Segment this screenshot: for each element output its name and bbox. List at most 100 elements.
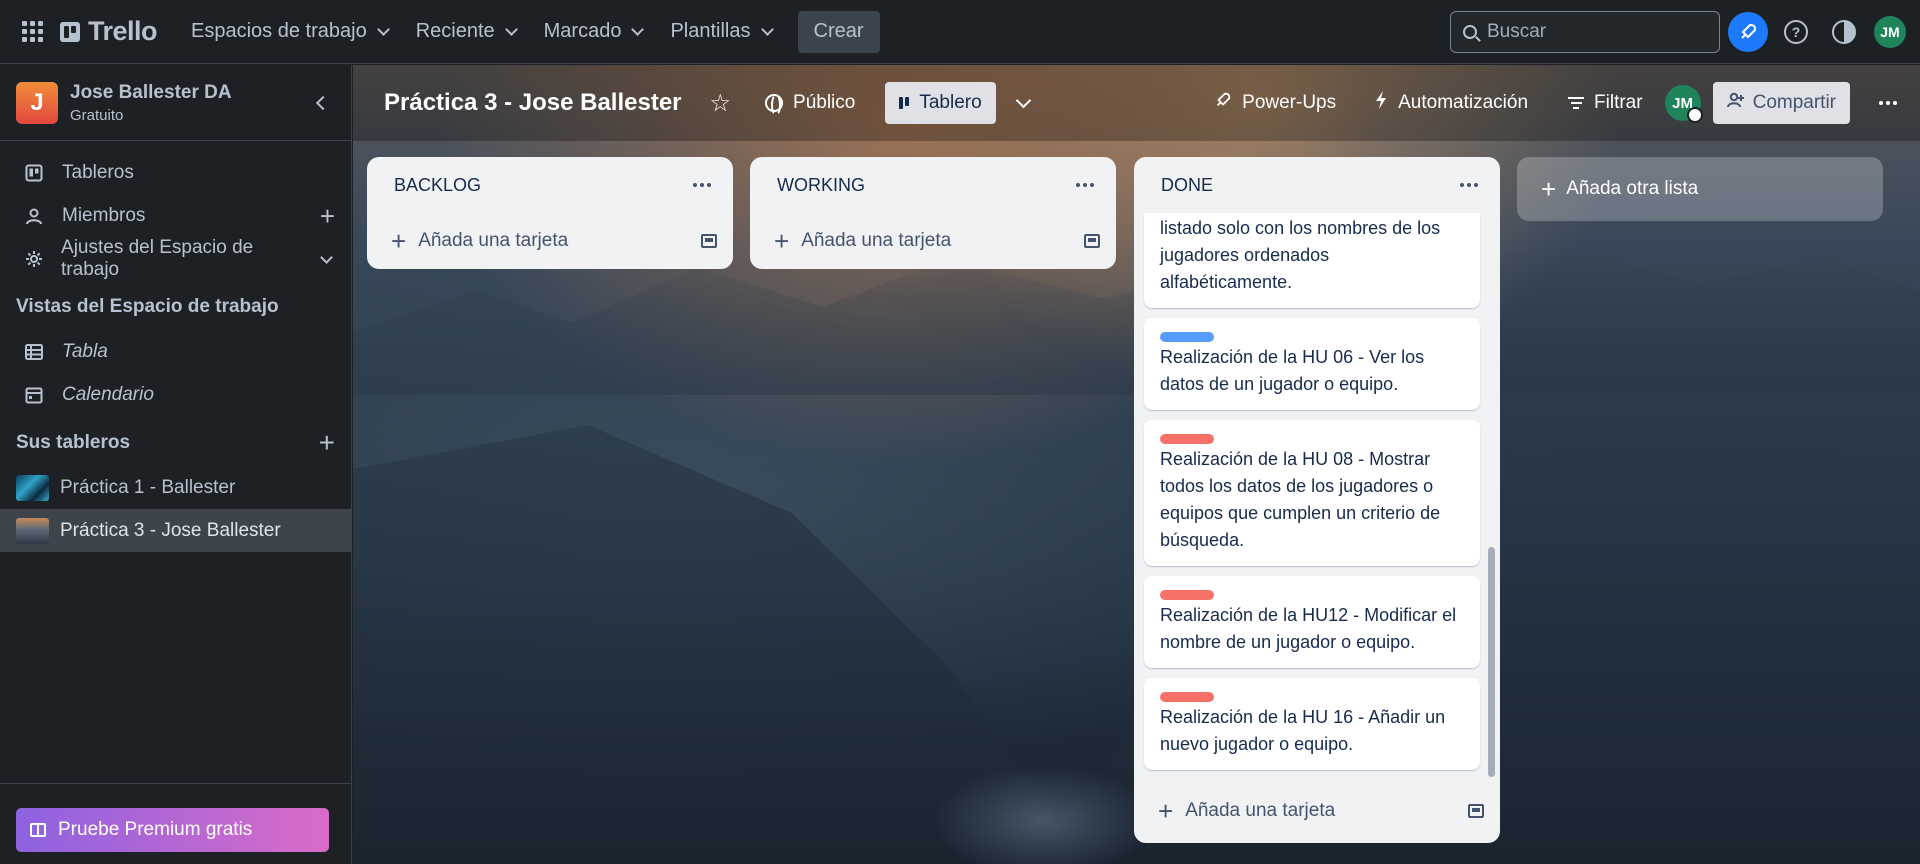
chevron-left-icon	[315, 95, 331, 110]
card-template-icon[interactable]	[701, 234, 717, 248]
search-input[interactable]: Buscar	[1450, 10, 1720, 53]
more-options-icon[interactable]	[1868, 83, 1908, 123]
app-switcher-icon[interactable]	[18, 18, 46, 46]
workspace-plan: Gratuito	[70, 106, 124, 124]
card-label-red[interactable]	[1160, 692, 1214, 702]
nav-recent[interactable]: Reciente	[402, 12, 530, 52]
list-title[interactable]: BACKLOG	[394, 175, 481, 196]
trello-logo[interactable]: Trello	[60, 16, 158, 47]
add-card-label: Añada una tarjeta	[418, 230, 569, 251]
sidebar-divider	[0, 783, 352, 784]
card[interactable]: Realización de la HU 16 - Añadir un nuev…	[1144, 678, 1480, 770]
sidebar-item-table[interactable]: Tabla	[0, 330, 351, 373]
automation-button[interactable]: Automatización	[1360, 82, 1542, 124]
nav-starred[interactable]: Marcado	[530, 12, 657, 52]
list-menu-icon[interactable]	[1452, 175, 1486, 195]
board-thumbnail	[16, 474, 49, 501]
add-list-label: Añada otra lista	[1566, 178, 1699, 199]
board-view-button[interactable]: Tablero	[885, 82, 996, 124]
list-done: DONE listado solo con los nombres de los…	[1134, 157, 1500, 843]
list-header[interactable]: BACKLOG	[367, 157, 733, 213]
card-label-red[interactable]	[1160, 590, 1214, 600]
list-title[interactable]: DONE	[1161, 175, 1213, 196]
table-icon	[24, 343, 44, 360]
list-menu-icon[interactable]	[685, 175, 719, 195]
member-avatar[interactable]: JM	[1664, 85, 1703, 123]
star-icon[interactable]: ☆	[710, 89, 732, 118]
list-header[interactable]: WORKING	[750, 157, 1116, 213]
user-avatar[interactable]: JM	[1874, 15, 1906, 48]
board-view-icon	[899, 97, 910, 109]
rocket-icon	[1214, 91, 1232, 115]
list-menu-icon[interactable]	[1068, 175, 1102, 195]
card-label-blue[interactable]	[1160, 332, 1214, 342]
plus-icon: +	[391, 226, 407, 256]
sidebar-item-calendar[interactable]: Calendario	[0, 373, 351, 416]
chevron-down-icon	[320, 246, 335, 272]
add-card-button[interactable]: + Añada una tarjeta	[750, 213, 1116, 269]
trello-logo-icon	[60, 21, 80, 42]
theme-toggle-icon[interactable]	[1824, 12, 1864, 52]
chevron-down-icon	[760, 22, 774, 36]
card-template-icon[interactable]	[1084, 234, 1100, 248]
nav-workspaces[interactable]: Espacios de trabajo	[177, 12, 402, 52]
power-ups-label: Power-Ups	[1242, 92, 1337, 113]
lightning-icon	[1374, 90, 1388, 116]
power-ups-button[interactable]: Power-Ups	[1200, 82, 1350, 124]
board-title[interactable]: Práctica 3 - Jose Ballester	[384, 89, 682, 117]
nav-recent-label: Reciente	[415, 20, 495, 42]
nav-templates[interactable]: Plantillas	[656, 12, 785, 52]
filter-button[interactable]: Filtrar	[1554, 82, 1657, 124]
list-header[interactable]: DONE	[1134, 157, 1500, 213]
sidebar-item-boards[interactable]: Tableros	[0, 151, 351, 194]
add-card-button[interactable]: + Añada una tarjeta	[367, 213, 733, 269]
share-label: Compartir	[1752, 92, 1836, 113]
list-scrollbar[interactable]	[1488, 547, 1495, 777]
visibility-button[interactable]: Público	[751, 82, 869, 124]
automation-label: Automatización	[1398, 92, 1529, 113]
sidebar-item-label: Miembros	[62, 204, 146, 226]
card-title: listado solo con los nombres de los juga…	[1160, 218, 1441, 292]
filter-label: Filtrar	[1594, 92, 1643, 113]
views-heading: Vistas del Espacio de trabajo	[0, 284, 351, 330]
search-placeholder: Buscar	[1487, 20, 1547, 42]
chevron-down-icon[interactable]	[1015, 92, 1031, 108]
search-icon	[1463, 24, 1477, 39]
sidebar-board-practica-1[interactable]: Práctica 1 - Ballester	[0, 466, 351, 509]
sidebar-board-label: Práctica 1 - Ballester	[60, 476, 236, 498]
list-working: WORKING + Añada una tarjeta	[750, 157, 1116, 269]
gift-icon	[30, 823, 46, 837]
card-template-icon[interactable]	[1468, 804, 1484, 818]
nav-starred-label: Marcado	[543, 20, 622, 42]
add-board-icon[interactable]: +	[319, 427, 335, 459]
nav-workspaces-label: Espacios de trabajo	[191, 20, 367, 42]
add-card-button[interactable]: + Añada una tarjeta	[1134, 783, 1500, 839]
list-title[interactable]: WORKING	[777, 175, 865, 196]
try-premium-button[interactable]: Pruebe Premium gratis	[16, 808, 329, 852]
card[interactable]: Realización de la HU 06 - Ver los datos …	[1144, 318, 1480, 410]
card[interactable]: Realización de la HU12 - Modificar el no…	[1144, 576, 1480, 668]
add-member-icon[interactable]: +	[320, 203, 335, 229]
card[interactable]: listado solo con los nombres de los juga…	[1144, 213, 1480, 308]
create-button[interactable]: Crear	[797, 10, 880, 53]
collapse-sidebar-button[interactable]	[307, 89, 335, 117]
sidebar-item-label: Tableros	[62, 161, 134, 183]
plus-icon: +	[774, 226, 790, 256]
add-card-label: Añada una tarjeta	[1185, 800, 1336, 821]
plus-icon: +	[1158, 796, 1174, 826]
sidebar-board-label: Práctica 3 - Jose Ballester	[60, 519, 281, 541]
card[interactable]: Realización de la HU 08 - Mostrar todos …	[1144, 420, 1480, 566]
workspace-sidebar: J Jose Ballester DA Gratuito Tableros Mi…	[0, 65, 352, 864]
add-list-button[interactable]: + Añada otra lista	[1517, 157, 1883, 221]
sidebar-item-settings[interactable]: Ajustes del Espacio de trabajo	[0, 237, 351, 280]
card-label-red[interactable]	[1160, 434, 1214, 444]
card-list-scroll-area[interactable]: listado solo con los nombres de los juga…	[1134, 213, 1500, 783]
rocket-icon[interactable]	[1728, 11, 1768, 52]
sidebar-item-members[interactable]: Miembros +	[0, 194, 351, 237]
share-button[interactable]: Compartir	[1712, 82, 1850, 124]
add-card-label: Añada una tarjeta	[801, 230, 952, 251]
sidebar-board-practica-3[interactable]: Práctica 3 - Jose Ballester	[0, 509, 351, 552]
board-icon	[24, 164, 44, 182]
help-icon[interactable]: ?	[1776, 12, 1816, 52]
try-premium-label: Pruebe Premium gratis	[58, 819, 253, 840]
